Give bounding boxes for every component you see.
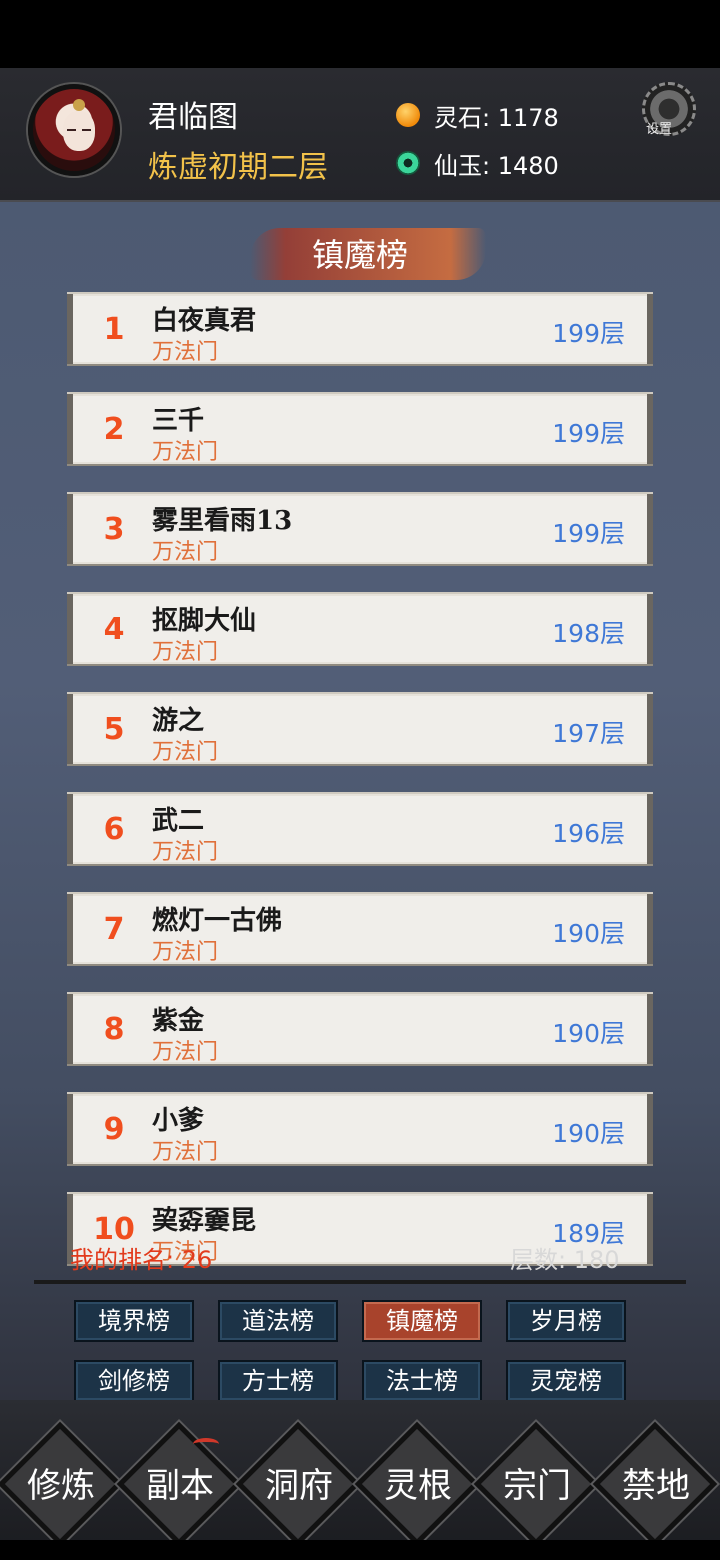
floor-count: 199层 — [552, 519, 625, 548]
floor-count: 199层 — [552, 419, 625, 448]
floor-count: 196层 — [552, 819, 625, 848]
nav-spirit-root[interactable]: 灵根 — [354, 1421, 480, 1547]
ranking-row[interactable]: 1 白夜真君万法门 199层 — [67, 292, 653, 366]
ranking-row[interactable]: 5 游之万法门 197层 — [67, 692, 653, 766]
tab-dao-board[interactable]: 道法榜 — [218, 1300, 338, 1342]
rank-number: 3 — [103, 512, 125, 547]
player-realm: 炼虚初期二层 — [148, 150, 328, 185]
nav-label: 修炼 — [27, 1466, 95, 1506]
tab-years-board[interactable]: 岁月榜 — [506, 1300, 626, 1342]
nav-label: 副本 — [146, 1466, 214, 1506]
sect-name: 万法门 — [152, 440, 219, 465]
ranking-row[interactable]: 2 三千万法门 199层 — [67, 392, 653, 466]
immortal-jade-resource: 仙玉: 1480 — [396, 148, 559, 180]
tab-pet-board[interactable]: 灵宠榜 — [506, 1360, 626, 1402]
player-avatar[interactable] — [28, 84, 120, 176]
player-name: 巭孬嫑昆 — [152, 1206, 257, 1236]
avatar-hairpin — [73, 99, 85, 111]
settings-label[interactable]: 设置 — [646, 118, 672, 137]
sect-name: 万法门 — [152, 740, 219, 765]
avatar-eye-right — [82, 129, 91, 131]
rank-number: 5 — [103, 712, 125, 747]
nav-label: 禁地 — [622, 1466, 690, 1506]
ranking-row[interactable]: 3 雾里看雨13 万法门 199层 — [67, 492, 653, 566]
player-name: 武二 — [152, 806, 205, 836]
floor-count: 190层 — [552, 1019, 625, 1048]
divider — [34, 1280, 686, 1284]
bottom-nav: 修炼 副本 洞府 灵根 宗门 禁地 — [0, 1400, 720, 1560]
ranking-row[interactable]: 8 紫金万法门 190层 — [67, 992, 653, 1066]
player-name: 燃灯一古佛 — [152, 906, 283, 936]
floor-count: 198层 — [552, 619, 625, 648]
player-name: 三千 — [152, 406, 205, 436]
sect-name: 万法门 — [152, 540, 219, 565]
rank-number: 7 — [103, 912, 125, 947]
player-name: 白夜真君 — [152, 306, 257, 336]
nav-label: 宗门 — [503, 1466, 571, 1506]
player-header: 君临图 炼虚初期二层 灵石: 1178 仙玉: 1480 设置 — [0, 68, 720, 202]
immortal-jade-label: 仙玉: 1480 — [434, 151, 559, 180]
my-floor: 层数: 180 — [510, 1246, 620, 1274]
player-name: 小爹 — [152, 1106, 205, 1136]
spirit-stone-icon — [396, 103, 420, 127]
nav-sect[interactable]: 宗门 — [473, 1421, 599, 1547]
floor-count: 190层 — [552, 1119, 625, 1148]
sect-name: 万法门 — [152, 1040, 219, 1065]
board-title: 镇魔榜 — [311, 236, 408, 274]
sect-name: 万法门 — [152, 840, 219, 865]
leaderboard-panel: 镇魔榜 1 白夜真君 万法门 199层 2 三千 万法门 199层 3 雾里看雨13 万法门 199层… — [0, 202, 720, 1402]
rank-number: 4 — [103, 612, 125, 647]
floor-count: 199层 — [552, 319, 625, 348]
sect-name: 万法门 — [152, 940, 219, 965]
system-nav-strip — [0, 1540, 720, 1560]
my-rank: 我的排名: 26 — [70, 1246, 213, 1274]
nav-forbidden-land[interactable]: 禁地 — [592, 1421, 718, 1547]
sect-name: 万法门 — [152, 640, 219, 665]
ranking-row[interactable]: 7 燃灯一古佛万法门 190层 — [67, 892, 653, 966]
nav-cave[interactable]: 洞府 — [235, 1421, 361, 1547]
player-name: 君临图 — [148, 100, 238, 135]
ranking-row[interactable]: 9 小爹万法门 190层 — [67, 1092, 653, 1166]
player-name: 雾里看雨13 — [152, 506, 293, 536]
spirit-stone-label: 灵石: 1178 — [434, 103, 559, 132]
tab-sword-board[interactable]: 剑修榜 — [74, 1360, 194, 1402]
rank-number: 9 — [103, 1112, 125, 1147]
sect-name: 万法门 — [152, 1140, 219, 1165]
avatar-eye-left — [67, 129, 76, 131]
rank-number: 1 — [103, 312, 125, 347]
nav-label: 灵根 — [384, 1466, 452, 1506]
ranking-row[interactable]: 4 抠脚大仙万法门 198层 — [67, 592, 653, 666]
nav-cultivate[interactable]: 修炼 — [0, 1421, 123, 1547]
nav-dungeon[interactable]: 副本 — [116, 1421, 242, 1547]
rank-number: 8 — [103, 1012, 125, 1047]
rank-number: 6 — [103, 812, 125, 847]
tab-demon-board[interactable]: 镇魔榜 — [362, 1300, 482, 1342]
status-bar — [0, 0, 720, 68]
nav-label: 洞府 — [265, 1466, 333, 1506]
avatar-face — [63, 111, 95, 151]
sect-name: 万法门 — [152, 340, 219, 365]
floor-count: 197层 — [552, 719, 625, 748]
player-name: 抠脚大仙 — [152, 606, 257, 636]
immortal-jade-icon — [396, 151, 420, 175]
rank-number: 2 — [103, 412, 125, 447]
notification-mark-icon — [193, 1438, 219, 1450]
spirit-stone-resource: 灵石: 1178 — [396, 100, 559, 132]
tab-alchemist-board[interactable]: 方士榜 — [218, 1360, 338, 1402]
floor-count: 190层 — [552, 919, 625, 948]
tab-realm-board[interactable]: 境界榜 — [74, 1300, 194, 1342]
ranking-row[interactable]: 6 武二万法门 196层 — [67, 792, 653, 866]
player-name: 紫金 — [152, 1006, 205, 1036]
player-name: 游之 — [152, 706, 205, 736]
tab-mage-board[interactable]: 法士榜 — [362, 1360, 482, 1402]
